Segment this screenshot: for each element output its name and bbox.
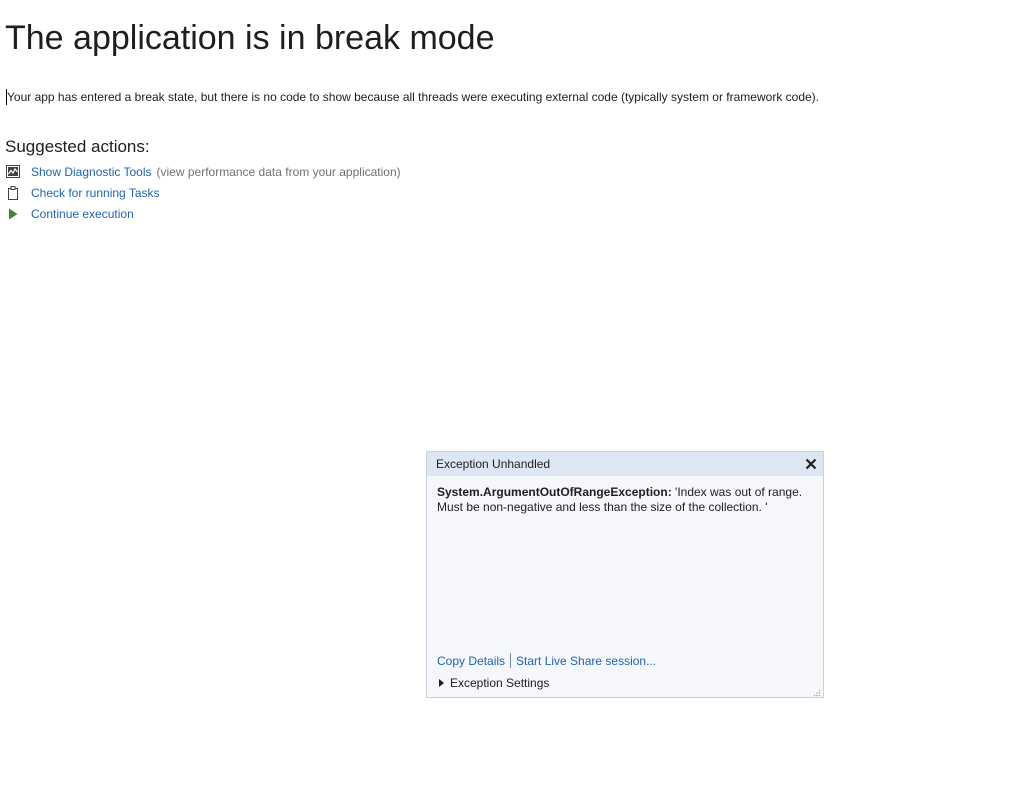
action-continue-execution: Continue execution xyxy=(6,203,401,224)
page-title: The application is in break mode xyxy=(5,19,495,57)
action-show-diagnostic-tools: Show Diagnostic Tools (view performance … xyxy=(6,161,401,182)
exception-popup-title: Exception Unhandled xyxy=(436,457,551,471)
exception-unhandled-popup: Exception Unhandled System.ArgumentOutOf… xyxy=(426,451,824,698)
continue-execution-link[interactable]: Continue execution xyxy=(31,207,134,221)
exception-message-line-1: System.ArgumentOutOfRangeException: 'Ind… xyxy=(437,485,813,500)
link-separator xyxy=(510,653,512,668)
show-diagnostic-tools-hint: (view performance data from your applica… xyxy=(156,164,401,179)
suggested-actions-list: Show Diagnostic Tools (view performance … xyxy=(6,161,401,224)
exception-message-start: 'Index was out of range. xyxy=(671,485,803,499)
show-diagnostic-tools-link[interactable]: Show Diagnostic Tools xyxy=(31,165,152,179)
close-icon[interactable] xyxy=(803,456,819,472)
suggested-actions-heading: Suggested actions: xyxy=(5,137,150,156)
exception-type: System.ArgumentOutOfRangeException: xyxy=(437,485,672,499)
diagnostic-tools-icon xyxy=(6,165,20,179)
exception-popup-header: Exception Unhandled xyxy=(427,452,823,476)
copy-details-link[interactable]: Copy Details xyxy=(437,654,505,668)
check-running-tasks-link[interactable]: Check for running Tasks xyxy=(31,186,160,200)
clipboard-icon xyxy=(6,185,20,200)
expand-triangle-icon xyxy=(439,679,444,687)
exception-message-line-2: Must be non-negative and less than the s… xyxy=(437,500,768,514)
break-state-message: Your app has entered a break state, but … xyxy=(7,90,819,104)
resize-grip-icon[interactable] xyxy=(811,685,821,697)
play-icon xyxy=(6,207,20,221)
break-mode-page: The application is in break mode Your ap… xyxy=(0,0,1019,803)
exception-details: System.ArgumentOutOfRangeException: 'Ind… xyxy=(427,476,823,515)
exception-settings-expander[interactable]: Exception Settings xyxy=(439,676,549,690)
action-check-running-tasks: Check for running Tasks xyxy=(6,182,401,203)
start-live-share-link[interactable]: Start Live Share session... xyxy=(516,654,656,668)
exception-popup-links: Copy Details Start Live Share session... xyxy=(437,653,656,668)
exception-settings-label: Exception Settings xyxy=(450,676,550,690)
